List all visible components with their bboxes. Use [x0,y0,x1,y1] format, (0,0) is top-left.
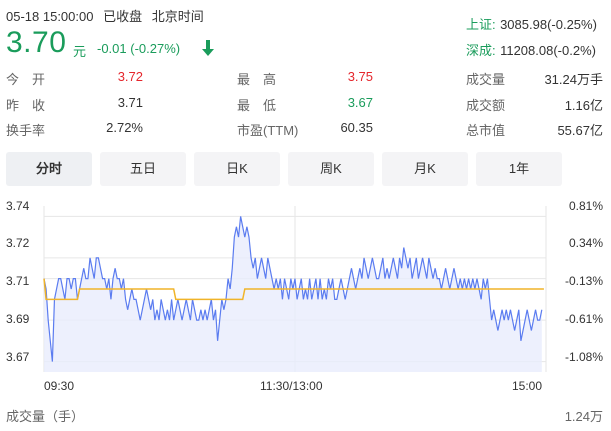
price-area-fill [44,216,542,372]
intraday-chart [43,206,547,372]
